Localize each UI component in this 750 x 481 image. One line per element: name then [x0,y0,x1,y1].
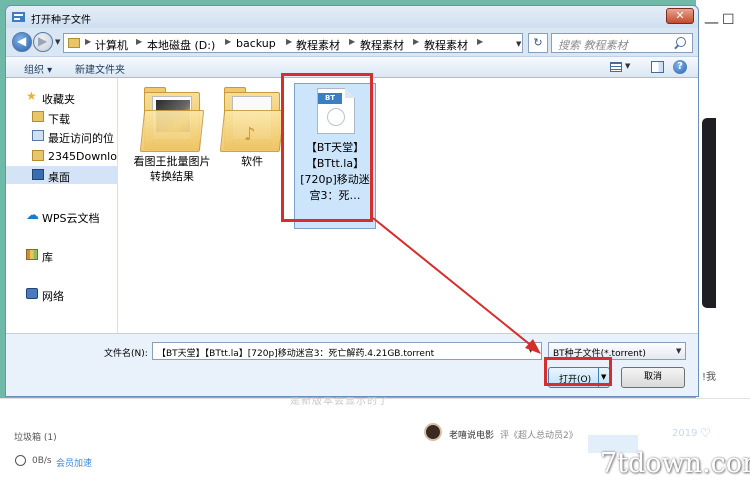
annotation-highlight-file [281,73,373,222]
back-button[interactable]: ◀ [12,32,32,52]
sidebar-item-recent[interactable]: 最近访问的位 [6,127,118,145]
sidebar-item-network[interactable]: 网络 [6,285,118,303]
navigation-row: ◀ ▶ ▼ ▶ 计算机 ▶ 本地磁盘 (D:) ▶ backup ▶ 教程素材 … [6,28,698,56]
maximize-icon[interactable]: ☐ [722,12,735,28]
filename-label: 文件名(N): [104,349,148,359]
breadcrumb-folder[interactable]: 教程素材 [296,37,340,53]
breadcrumb-separator-icon[interactable]: ▶ [349,37,355,46]
sidebar-item-label: 网络 [42,290,64,303]
search-icon [676,37,686,47]
avatar[interactable] [424,423,442,441]
background-media-strip [702,118,716,308]
folder-icon [32,150,44,161]
breadcrumb-drive[interactable]: 本地磁盘 (D:) [147,37,215,53]
breadcrumb-separator-icon[interactable]: ▶ [413,37,419,46]
forward-arrow-icon: ▶ [38,34,48,48]
address-dropdown-icon[interactable]: ▼ [516,40,521,48]
organize-menu[interactable]: 组织 ▾ [24,61,52,76]
sidebar-item-label: 收藏夹 [42,93,75,106]
view-options-icon[interactable] [610,62,622,72]
search-input[interactable]: 搜索 教程素材 [551,33,693,53]
sidebar-item-wps-cloud[interactable]: ☁ WPS云文档 [6,207,118,225]
sidebar-item-favorites[interactable]: ★ 收藏夹 [6,88,118,106]
search-placeholder: 搜索 教程素材 [558,39,628,52]
breadcrumb-folder-current[interactable]: 教程素材 [424,37,468,53]
navigation-pane: ★ 收藏夹 下载 最近访问的位 2345Downlo 桌面 ☁ WPS云文档 库 [6,78,118,333]
sidebar-item-label: 2345Downlo [48,150,117,163]
breadcrumb-separator-icon[interactable]: ▶ [477,37,483,46]
new-folder-button[interactable]: 新建文件夹 [75,61,125,76]
filetype-dropdown-icon: ▼ [676,347,682,355]
star-icon: ★ [26,89,37,103]
breadcrumb-backup[interactable]: backup [236,37,276,50]
author-name[interactable]: 老嘻说电影 [449,428,494,441]
sidebar-item-downloads[interactable]: 下载 [6,108,118,126]
dialog-title: 打开种子文件 [31,15,91,26]
watermark: 7tdown.com [600,448,750,479]
preview-pane-icon[interactable] [651,61,664,73]
image-folder-icon [139,84,205,154]
file-label: 软件 [241,155,263,168]
sidebar-item-label: WPS云文档 [42,212,100,225]
close-button[interactable]: ✕ [666,8,694,24]
sidebar-item-label: 库 [42,251,53,264]
comment-text[interactable]: 评《超人总动员2》 [500,428,578,441]
recent-places-icon [32,130,44,141]
sidebar-item-label: 桌面 [48,171,70,184]
dialog-titlebar[interactable]: 打开种子文件 ✕ [6,6,698,28]
junk-folder-link[interactable]: 垃圾箱 (1) [14,430,57,443]
network-icon [26,288,38,299]
cloud-icon: ☁ [26,208,39,223]
music-note-icon: ♪ [244,124,256,145]
file-list: 看图王批量图片转换结果 ♪ 软件 BT 【BT天堂】【BTtt.la】[720p… [118,78,698,333]
sidebar-item-label: 最近访问的位 [48,132,114,145]
refresh-icon: ↻ [533,36,543,49]
file-label: 看图王批量图片转换结果 [133,155,211,183]
sidebar-item-label: 下载 [48,113,70,126]
address-bar[interactable]: ▶ 计算机 ▶ 本地磁盘 (D:) ▶ backup ▶ 教程素材 ▶ 教程素材… [63,33,523,53]
sidebar-item-desktop[interactable]: 桌面 [6,166,118,184]
view-dropdown-icon[interactable]: ▼ [625,62,630,70]
help-icon[interactable]: ? [673,60,687,74]
forward-button[interactable]: ▶ [33,32,53,52]
annotation-highlight-open [544,357,612,386]
breadcrumb-separator-icon[interactable]: ▶ [286,37,292,46]
music-folder-icon: ♪ [219,84,285,154]
filename-dropdown-icon[interactable]: ▼ [528,346,533,354]
like-icon[interactable]: ♡ [700,426,711,440]
sidebar-item-2345downloads[interactable]: 2345Downlo [6,147,118,165]
vip-accelerate-link[interactable]: 会员加速 [56,456,92,469]
speed-icon [15,455,26,466]
desktop-icon [32,169,44,180]
history-dropdown-icon[interactable]: ▼ [55,38,60,46]
sidebar-item-library[interactable]: 库 [6,246,118,264]
download-folder-icon [32,111,44,122]
list-item-folder[interactable]: 看图王批量图片转换结果 [132,84,212,184]
speed-value: 0B/s [32,456,52,466]
back-arrow-icon: ◀ [17,34,27,48]
cancel-button[interactable]: 取消 [621,367,685,388]
comment-date: 2019 [672,428,698,439]
library-icon [26,249,38,260]
minimize-icon[interactable]: — [704,13,719,31]
breadcrumb-folder[interactable]: 教程素材 [360,37,404,53]
filename-field[interactable]: 【BT天堂】【BTtt.la】[720p]移动迷宫3：死亡解药.4.21GB.t… [152,342,542,360]
refresh-button[interactable]: ↻ [528,33,548,53]
breadcrumb-separator-icon[interactable]: ▶ [136,37,142,46]
breadcrumb-computer[interactable]: 计算机 [95,37,128,53]
torrent-app-icon [12,12,25,22]
breadcrumb-separator-icon[interactable]: ▶ [225,37,231,46]
folder-icon [68,38,80,48]
breadcrumb-separator-icon[interactable]: ▶ [85,37,91,46]
list-item-folder[interactable]: ♪ 软件 [212,84,292,169]
background-right-text: !我 [702,372,717,383]
